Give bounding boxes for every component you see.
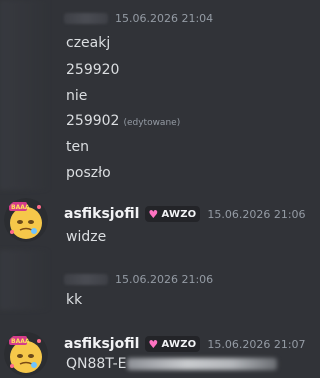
message-text-edited: 259902 (edytowane) (66, 112, 180, 132)
badge-label: AWZO (161, 208, 197, 220)
message-text-with-redaction: QN88T-E (66, 355, 278, 373)
avatar-emoji-icon: BAAA (4, 332, 48, 376)
message-header: asfiksjofil ♥ AWZO 15.06.2026 21:07 (64, 335, 306, 353)
guild-tag-badge[interactable]: ♥ AWZO (145, 336, 201, 352)
heart-badge-icon: ♥ (148, 207, 159, 221)
message-text: poszło (66, 165, 111, 181)
edited-label: (edytowane) (123, 118, 181, 128)
redacted-username[interactable] (64, 12, 108, 24)
svg-text:BAAA: BAAA (11, 338, 30, 345)
message-text: QN88T-E (66, 356, 127, 372)
message-text: kk (66, 292, 83, 308)
heart-badge-icon: ♥ (148, 337, 159, 351)
message-timestamp: 15.06.2026 21:06 (207, 207, 306, 221)
message-text: 259902 (66, 113, 120, 129)
avatar-emoji-icon: BAAA (4, 198, 48, 242)
user-avatar[interactable]: BAAA (4, 332, 48, 376)
message-text: 259920 (66, 62, 120, 78)
redacted-code (127, 358, 278, 370)
message-text: nie (66, 88, 88, 104)
message-timestamp: 15.06.2026 21:04 (115, 11, 214, 25)
message-text: ten (66, 139, 89, 155)
message-timestamp: 15.06.2026 21:06 (115, 272, 214, 286)
message-timestamp: 15.06.2026 21:07 (207, 337, 306, 351)
badge-label: AWZO (161, 338, 197, 350)
redacted-avatar-area (0, 250, 50, 310)
guild-tag-badge[interactable]: ♥ AWZO (145, 206, 201, 222)
svg-text:BAAA: BAAA (11, 204, 30, 211)
redacted-avatar-area (0, 0, 50, 190)
username[interactable]: asfiksjofil (64, 206, 139, 222)
message-header: 15.06.2026 21:04 (64, 9, 213, 27)
message-header: asfiksjofil ♥ AWZO 15.06.2026 21:06 (64, 205, 306, 223)
message-text: widze (66, 229, 107, 245)
user-avatar[interactable]: BAAA (4, 198, 48, 242)
message-text: czeakj (66, 35, 111, 51)
username[interactable]: asfiksjofil (64, 336, 139, 352)
redacted-username[interactable] (64, 273, 108, 285)
chat-log: 15.06.2026 21:04 czeakj 259920 nie 25990… (0, 0, 306, 378)
message-header: 15.06.2026 21:06 (64, 270, 213, 288)
